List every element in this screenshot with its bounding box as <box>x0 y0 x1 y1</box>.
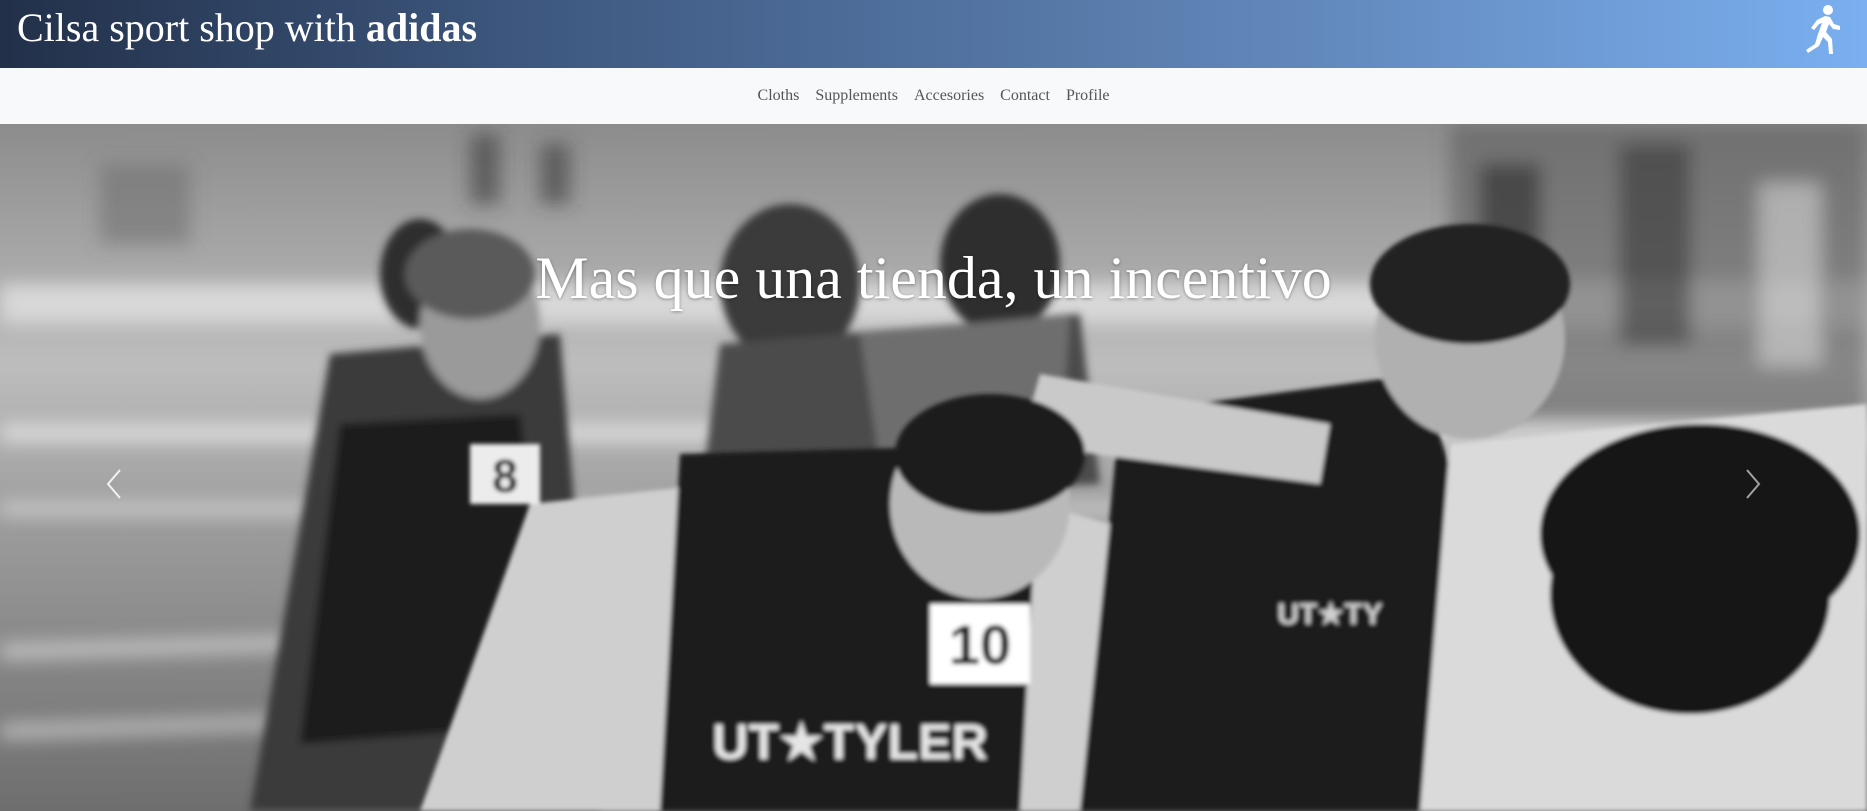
nav-link-cloths[interactable]: Cloths <box>750 87 808 104</box>
site-brand[interactable]: Cilsa sport shop with adidas <box>17 6 477 50</box>
nav-link-profile[interactable]: Profile <box>1058 87 1118 104</box>
runners-photo: 10 UT★TYLER UT★TY 8 <box>0 124 1867 811</box>
nav-link-supplements[interactable]: Supplements <box>807 87 906 104</box>
svg-text:UT★TY: UT★TY <box>1277 598 1382 631</box>
runner-icon <box>1806 5 1840 54</box>
main-navbar: Cloths Supplements Accesories Contact Pr… <box>0 68 1867 124</box>
svg-text:UT★TYLER: UT★TYLER <box>712 714 987 770</box>
chevron-right-icon <box>1746 469 1761 499</box>
hero-carousel: 10 UT★TYLER UT★TY 8 Mas que una tienda, … <box>0 124 1867 811</box>
hero-caption: Mas que una tienda, un incentivo <box>535 245 1332 311</box>
carousel-prev-button[interactable] <box>94 454 134 514</box>
nav-list: Cloths Supplements Accesories Contact Pr… <box>0 68 1867 124</box>
carousel-next-button[interactable] <box>1733 454 1773 514</box>
chevron-left-icon <box>106 469 121 499</box>
nav-link-contact[interactable]: Contact <box>992 87 1058 104</box>
nav-link-accesories[interactable]: Accesories <box>906 87 992 104</box>
brand-bold: adidas <box>365 5 478 50</box>
svg-text:10: 10 <box>949 613 1011 676</box>
top-header: Cilsa sport shop with adidas <box>0 0 1867 68</box>
svg-text:8: 8 <box>492 450 518 502</box>
brand-prefix: Cilsa sport shop with <box>17 5 366 50</box>
